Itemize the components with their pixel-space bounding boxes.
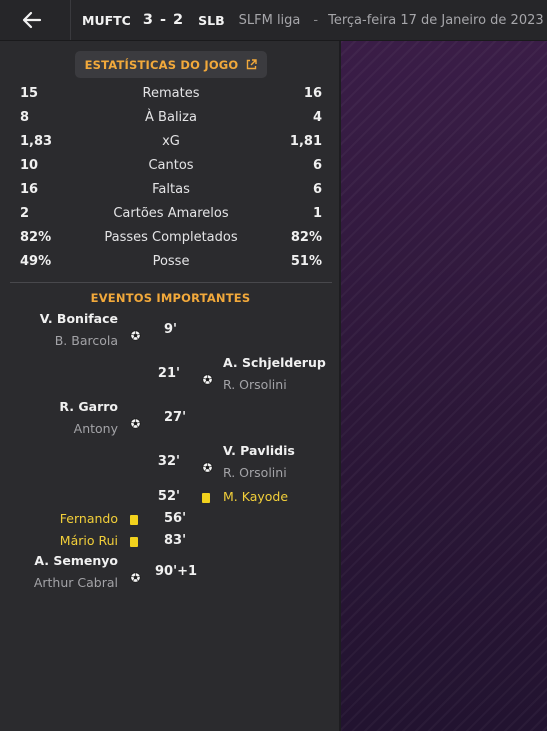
- stat-away-value: 16: [303, 86, 322, 101]
- event-away-yellow-card: M. Kayode: [223, 489, 288, 505]
- event-home-goal: V. Boniface B. Barcola: [40, 311, 118, 349]
- event-away-goal: A. Schjelderup R. Orsolini: [223, 355, 326, 393]
- stat-row: 15 Remates 16: [20, 84, 322, 104]
- section-divider: [10, 282, 332, 283]
- yellow-card-icon: [130, 537, 138, 547]
- event-player-name[interactable]: A. Semenyo: [34, 553, 118, 569]
- event-minute: 83': [164, 533, 187, 548]
- event-minute: 52': [157, 489, 180, 504]
- event-away-goal: V. Pavlidis R. Orsolini: [223, 443, 295, 481]
- match-stats-button-label: ESTATÍSTICAS DO JOGO: [84, 57, 239, 72]
- stat-row: 16 Faltas 6: [20, 180, 322, 200]
- event-assist-name[interactable]: Arthur Cabral: [34, 575, 118, 591]
- event-minute: 9': [164, 322, 178, 337]
- stat-away-value: 1: [312, 206, 322, 221]
- match-info: MUFTC 3 - 2 SLB SLFM liga - Terça-feira …: [82, 0, 544, 40]
- stat-label: Remates: [142, 86, 200, 101]
- event-minute: 90'+1: [155, 564, 198, 579]
- home-team-name[interactable]: MUFTC: [82, 13, 131, 28]
- stat-away-value: 6: [312, 158, 322, 173]
- goal-ball-icon: [202, 458, 213, 473]
- stat-label: À Baliza: [145, 110, 197, 125]
- event-player-name[interactable]: M. Kayode: [223, 489, 288, 505]
- event-player-name[interactable]: V. Boniface: [40, 311, 118, 327]
- stat-away-value: 4: [312, 110, 322, 125]
- stat-label: Passes Completados: [104, 230, 238, 245]
- league-name[interactable]: SLFM liga: [239, 13, 301, 28]
- yellow-card-icon: [202, 493, 210, 503]
- top-bar: MUFTC 3 - 2 SLB SLFM liga - Terça-feira …: [0, 0, 547, 41]
- background-pitch-area: [341, 41, 547, 731]
- stat-row: 2 Cartões Amarelos 1: [20, 204, 322, 224]
- stat-row: 49% Posse 51%: [20, 252, 322, 272]
- event-minute: 21': [157, 366, 180, 381]
- event-player-name[interactable]: R. Garro: [59, 399, 118, 415]
- header-separator: -: [313, 12, 319, 28]
- stat-label: Cartões Amarelos: [113, 206, 229, 221]
- match-stats-panel: ESTATÍSTICAS DO JOGO 15 Remates 16 8 À Baliz…: [0, 41, 341, 731]
- stat-label: Faltas: [152, 182, 190, 197]
- goal-ball-icon: [202, 370, 213, 385]
- stat-away-value: 51%: [290, 254, 322, 269]
- event-home-yellow-card: Fernando: [60, 511, 118, 527]
- back-button[interactable]: [10, 6, 54, 34]
- key-events-title: EVENTOS IMPORTANTES: [90, 291, 251, 305]
- away-team-name[interactable]: SLB: [198, 13, 225, 28]
- stat-away-value: 1,81: [289, 134, 322, 149]
- stat-away-value: 6: [312, 182, 322, 197]
- stat-label: Posse: [152, 254, 190, 269]
- header-divider: [70, 0, 71, 40]
- event-minute: 32': [157, 454, 180, 469]
- event-minute: 27': [164, 410, 187, 425]
- goal-ball-icon: [130, 414, 141, 429]
- event-assist-name[interactable]: R. Orsolini: [223, 465, 295, 481]
- event-minute: 56': [164, 511, 187, 526]
- event-assist-name[interactable]: B. Barcola: [40, 333, 118, 349]
- event-player-name[interactable]: A. Schjelderup: [223, 355, 326, 371]
- match-date: Terça-feira 17 de Janeiro de 2023: [328, 12, 544, 28]
- arrow-left-icon: [22, 11, 42, 29]
- event-home-goal: A. Semenyo Arthur Cabral: [34, 553, 118, 591]
- stat-label: Cantos: [148, 158, 194, 173]
- goal-ball-icon: [130, 568, 141, 583]
- external-link-icon: [247, 59, 258, 70]
- match-stats-button[interactable]: ESTATÍSTICAS DO JOGO: [75, 51, 267, 78]
- stat-label: xG: [162, 134, 180, 149]
- event-assist-name[interactable]: Antony: [59, 421, 118, 437]
- stat-row: 8À Baliza 4: [20, 108, 322, 128]
- event-player-name[interactable]: Fernando: [60, 511, 118, 527]
- stat-row: 10 Cantos 6: [20, 156, 322, 176]
- yellow-card-icon: [130, 515, 138, 525]
- goal-ball-icon: [130, 326, 141, 341]
- stat-away-value: 82%: [290, 230, 322, 245]
- event-home-goal: R. Garro Antony: [59, 399, 118, 437]
- event-player-name[interactable]: Mário Rui: [60, 533, 118, 549]
- event-home-yellow-card: Mário Rui: [60, 533, 118, 549]
- stat-row: 1,83 xG 1,81: [20, 132, 322, 152]
- event-assist-name[interactable]: R. Orsolini: [223, 377, 326, 393]
- stat-row: 82% Passes Completados 82%: [20, 228, 322, 248]
- event-player-name[interactable]: V. Pavlidis: [223, 443, 295, 459]
- match-score: 3 - 2: [142, 12, 185, 28]
